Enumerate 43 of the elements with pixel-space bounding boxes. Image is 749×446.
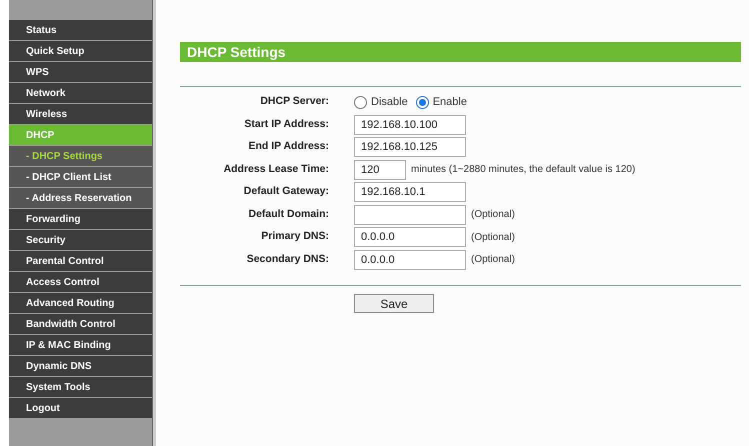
radio-label: Disable: [371, 95, 408, 110]
sidebar-item[interactable]: Access Control: [9, 272, 152, 293]
sidebar-item[interactable]: Network: [9, 83, 152, 104]
radio-label: Enable: [432, 95, 467, 110]
save-button[interactable]: Save: [354, 294, 434, 313]
field-label: Primary DNS:: [260, 229, 329, 244]
sidebar-item[interactable]: Status: [9, 20, 152, 41]
field-label: Default Domain:: [247, 206, 329, 222]
sidebar-item[interactable]: Bandwidth Control: [9, 314, 152, 335]
hint-text: (Optional): [471, 253, 515, 268]
field-label: DHCP Server:: [259, 94, 329, 110]
sidebar-item[interactable]: WPS: [9, 62, 152, 83]
sidebar-item[interactable]: Parental Control: [9, 251, 152, 272]
hint-text: (Optional): [471, 230, 515, 245]
sidebar-item[interactable]: Wireless: [9, 104, 152, 125]
input-field[interactable]: 0.0.0.0: [354, 250, 466, 270]
sidebar-item[interactable]: IP & MAC Binding: [9, 335, 152, 356]
hint-text: minutes (1~2880 minutes, the default value is 120): [411, 163, 636, 178]
field-label: End IP Address:: [247, 139, 329, 154]
sidebar-item[interactable]: Logout: [9, 398, 152, 419]
sidebar-item[interactable]: - DHCP Settings: [9, 146, 152, 167]
panel-title: DHCP Settings: [180, 42, 741, 62]
radio-button[interactable]: [354, 96, 367, 109]
sidebar-item[interactable]: - Address Reservation: [9, 188, 152, 209]
hint-text: (Optional): [471, 208, 515, 222]
field-label: Default Gateway:: [242, 184, 329, 200]
sidebar-item[interactable]: Forwarding: [9, 209, 152, 230]
input-field[interactable]: 192.168.10.100: [354, 114, 466, 135]
radio-button[interactable]: [416, 96, 429, 109]
sidebar-item[interactable]: Dynamic DNS: [9, 356, 152, 377]
field-label: Address Lease Time:: [222, 162, 329, 177]
input-field[interactable]: [354, 204, 466, 225]
input-field[interactable]: 192.168.10.1: [354, 182, 466, 202]
input-field[interactable]: 0.0.0.0: [354, 227, 466, 248]
input-field[interactable]: 192.168.10.125: [354, 137, 466, 158]
sidebar-item[interactable]: Advanced Routing: [9, 293, 152, 314]
sidebar-item[interactable]: System Tools: [9, 377, 152, 398]
input-field[interactable]: 120: [354, 160, 406, 180]
field-label: Start IP Address:: [243, 116, 329, 132]
sidebar-item[interactable]: Quick Setup: [9, 41, 152, 62]
sidebar-item[interactable]: - DHCP Client List: [9, 167, 152, 188]
sidebar-item[interactable]: Security: [9, 230, 152, 251]
field-label: Secondary DNS:: [246, 252, 329, 267]
